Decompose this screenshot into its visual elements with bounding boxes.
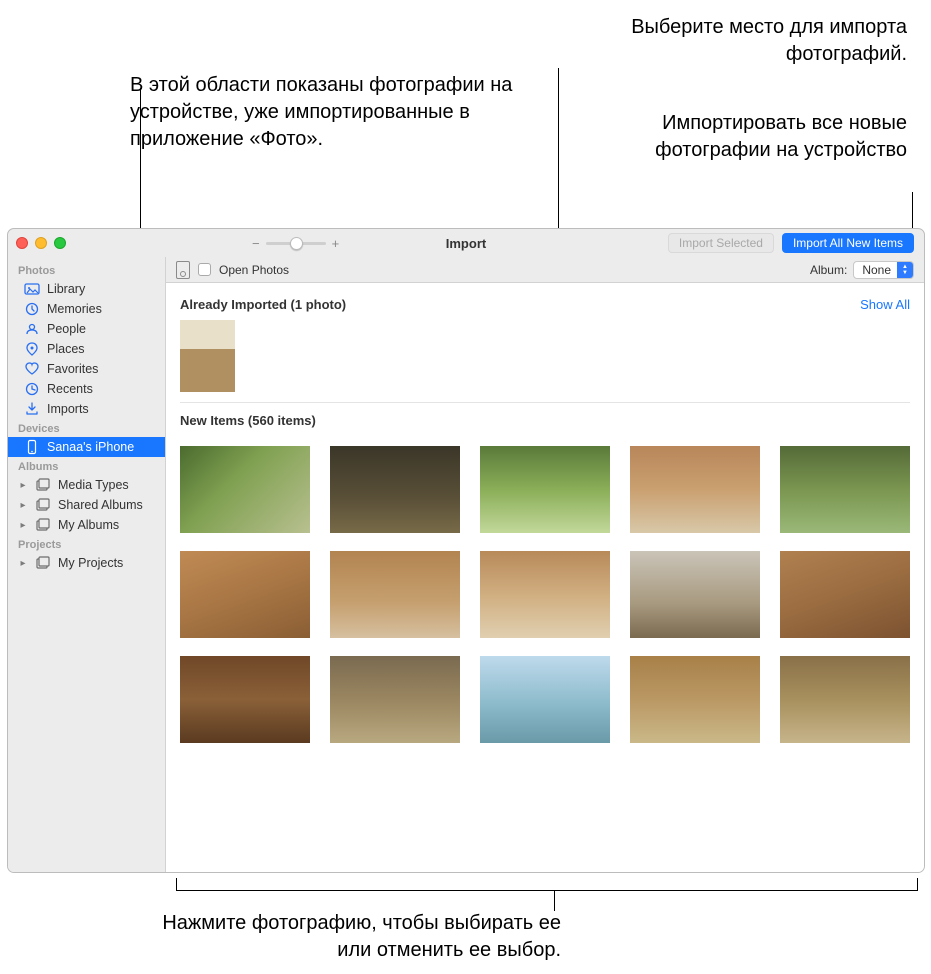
sidebar-item-label: Shared Albums <box>58 498 143 512</box>
library-icon <box>24 281 40 297</box>
zoom-track[interactable] <box>266 242 326 245</box>
iphone-icon <box>24 439 40 455</box>
disclosure-triangle-icon[interactable]: ▸ <box>18 558 28 569</box>
sidebar-item-label: Favorites <box>47 362 98 376</box>
sidebar-section-projects: Projects <box>8 535 165 553</box>
sidebar-item-device[interactable]: Sanaa's iPhone <box>8 437 165 457</box>
album-icon <box>35 555 51 571</box>
sidebar-item-label: My Albums <box>58 518 119 532</box>
sidebar-item-favorites[interactable]: Favorites <box>8 359 165 379</box>
photo-thumbnail[interactable] <box>330 446 460 533</box>
photo-thumbnail[interactable] <box>630 551 760 638</box>
callout-select-photo: Нажмите фотографию, чтобы выбирать ее ил… <box>131 910 561 964</box>
album-label: Album: <box>810 263 847 277</box>
sidebar-section-albums: Albums <box>8 457 165 475</box>
import-content: Already Imported (1 photo) Show All New … <box>166 283 924 872</box>
album-icon <box>35 477 51 493</box>
sidebar-item-label: Places <box>47 342 85 356</box>
minimize-window-button[interactable] <box>35 237 47 249</box>
sidebar-item-people[interactable]: People <box>8 319 165 339</box>
disclosure-triangle-icon[interactable]: ▸ <box>18 480 28 491</box>
sidebar-item-label: People <box>47 322 86 336</box>
photo-thumbnail[interactable] <box>630 656 760 743</box>
callout-line <box>176 878 177 891</box>
select-arrows-icon: ▲▼ <box>897 262 913 278</box>
sidebar-item-memories[interactable]: Memories <box>8 299 165 319</box>
close-window-button[interactable] <box>16 237 28 249</box>
album-select-value: None <box>854 263 897 277</box>
photo-thumbnail[interactable] <box>480 551 610 638</box>
titlebar: − + Import Import Selected Import All Ne… <box>8 229 924 257</box>
memories-icon <box>24 301 40 317</box>
recents-icon <box>24 381 40 397</box>
photo-thumbnail[interactable] <box>180 320 235 392</box>
divider <box>180 402 910 403</box>
imports-icon <box>24 401 40 417</box>
sidebar-item-shared-albums[interactable]: ▸ Shared Albums <box>8 495 165 515</box>
photo-thumbnail[interactable] <box>330 551 460 638</box>
main-content: Open Photos Album: None ▲▼ Already Impor… <box>166 257 924 872</box>
sidebar-item-my-projects[interactable]: ▸ My Projects <box>8 553 165 573</box>
photo-thumbnail[interactable] <box>780 551 910 638</box>
traffic-lights <box>16 237 66 249</box>
sidebar-section-devices: Devices <box>8 419 165 437</box>
option-bar: Open Photos Album: None ▲▼ <box>166 257 924 283</box>
zoom-in-icon: + <box>332 236 340 251</box>
new-items-header: New Items (560 items) <box>180 413 316 428</box>
album-icon <box>35 497 51 513</box>
photo-thumbnail[interactable] <box>330 656 460 743</box>
photos-import-window: − + Import Import Selected Import All Ne… <box>7 228 925 873</box>
sidebar-item-label: Sanaa's iPhone <box>47 440 134 454</box>
open-photos-label: Open Photos <box>219 263 289 277</box>
sidebar-item-label: Recents <box>47 382 93 396</box>
thumbnail-zoom-slider[interactable]: − + <box>252 236 339 251</box>
photo-thumbnail[interactable] <box>180 446 310 533</box>
callout-line <box>554 890 555 911</box>
sidebar-item-library[interactable]: Library <box>8 279 165 299</box>
zoom-window-button[interactable] <box>54 237 66 249</box>
sidebar-section-photos: Photos <box>8 261 165 279</box>
places-icon <box>24 341 40 357</box>
callout-line <box>917 878 918 891</box>
callout-already-imported: В этой области показаны фотографии на ус… <box>130 72 520 153</box>
sidebar-item-label: Imports <box>47 402 89 416</box>
photo-thumbnail[interactable] <box>480 656 610 743</box>
album-select[interactable]: None ▲▼ <box>853 261 914 279</box>
show-all-link[interactable]: Show All <box>860 297 910 312</box>
photo-thumbnail[interactable] <box>180 551 310 638</box>
sidebar-item-label: Media Types <box>58 478 129 492</box>
sidebar-item-label: Library <box>47 282 85 296</box>
sidebar: Photos Library Memories People Places Fa… <box>8 257 166 872</box>
photo-thumbnail[interactable] <box>480 446 610 533</box>
photo-thumbnail[interactable] <box>180 656 310 743</box>
callout-album-destination: Выберите место для импорта фотографий. <box>547 14 907 68</box>
zoom-knob[interactable] <box>290 237 303 250</box>
people-icon <box>24 321 40 337</box>
sidebar-item-label: Memories <box>47 302 102 316</box>
device-icon <box>176 261 190 279</box>
album-icon <box>35 517 51 533</box>
favorites-icon <box>24 361 40 377</box>
disclosure-triangle-icon[interactable]: ▸ <box>18 520 28 531</box>
photo-thumbnail[interactable] <box>780 656 910 743</box>
callout-line <box>176 890 918 891</box>
open-photos-checkbox[interactable] <box>198 263 211 276</box>
import-selected-button[interactable]: Import Selected <box>668 233 774 253</box>
callout-import-all: Импортировать все новые фотографии на ус… <box>547 110 907 164</box>
zoom-out-icon: − <box>252 236 260 251</box>
import-all-new-items-button[interactable]: Import All New Items <box>782 233 914 253</box>
photo-thumbnail[interactable] <box>780 446 910 533</box>
sidebar-item-media-types[interactable]: ▸ Media Types <box>8 475 165 495</box>
sidebar-item-recents[interactable]: Recents <box>8 379 165 399</box>
sidebar-item-label: My Projects <box>58 556 123 570</box>
sidebar-item-my-albums[interactable]: ▸ My Albums <box>8 515 165 535</box>
sidebar-item-places[interactable]: Places <box>8 339 165 359</box>
disclosure-triangle-icon[interactable]: ▸ <box>18 500 28 511</box>
sidebar-item-imports[interactable]: Imports <box>8 399 165 419</box>
photo-thumbnail[interactable] <box>630 446 760 533</box>
already-imported-header: Already Imported (1 photo) <box>180 297 346 312</box>
